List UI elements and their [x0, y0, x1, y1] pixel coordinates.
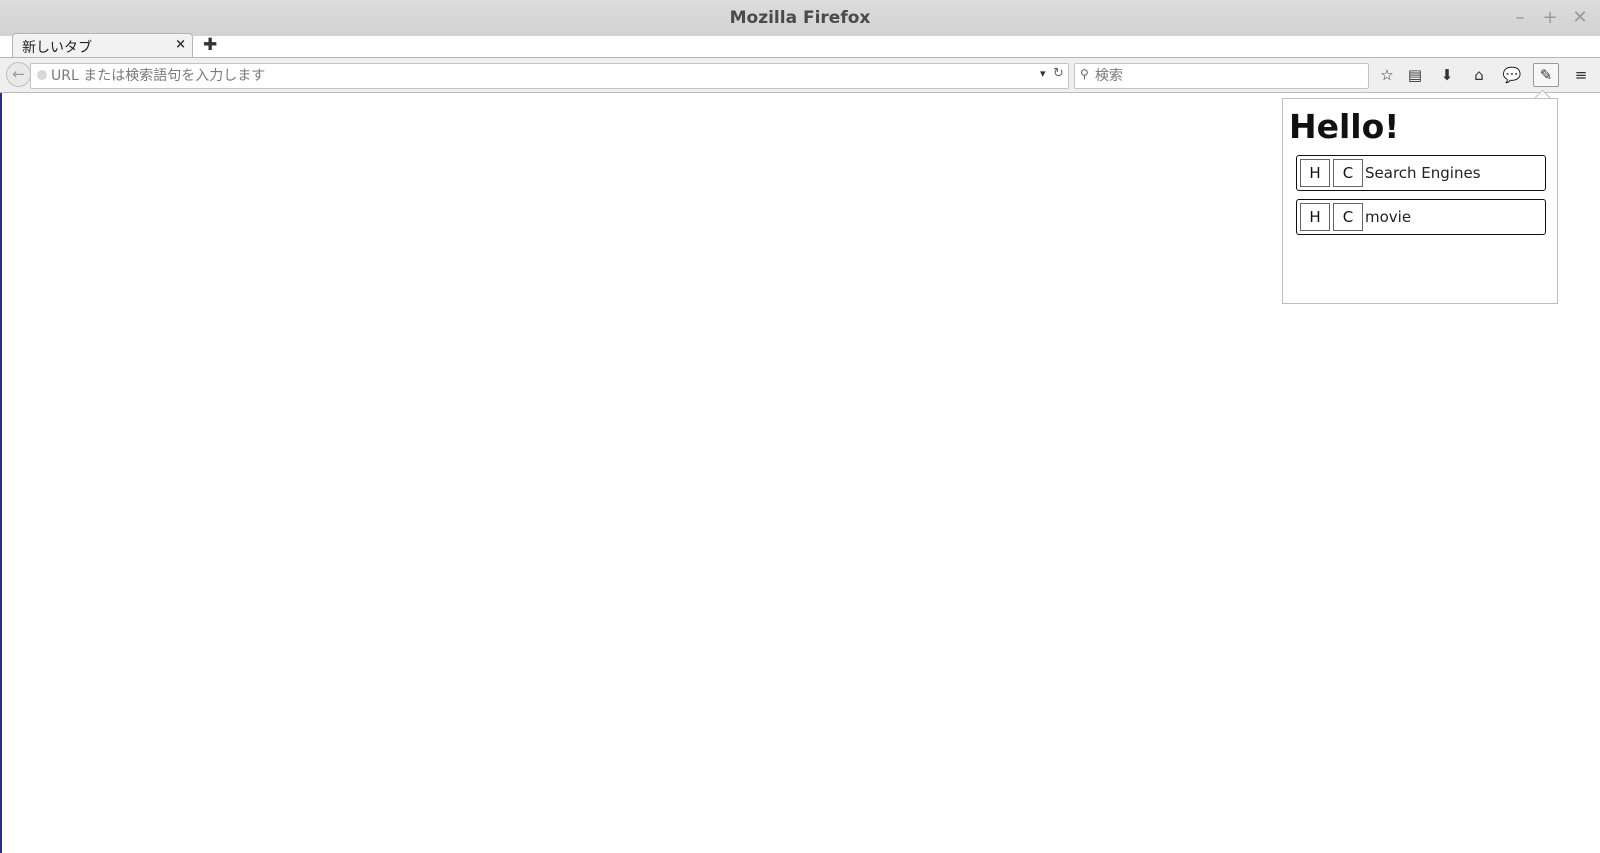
back-arrow-icon[interactable]: ← [6, 62, 31, 87]
search-input[interactable] [1095, 65, 1360, 87]
reload-icon[interactable]: ↻ [1053, 66, 1064, 81]
h-button[interactable]: H [1300, 159, 1330, 187]
site-info-icon[interactable] [37, 70, 47, 80]
tab-label: 新しいタブ [22, 40, 92, 56]
url-bar[interactable]: ▾ ↻ [30, 63, 1069, 89]
minimize-button[interactable]: – [1507, 5, 1533, 31]
search-icon: ⚲ [1080, 67, 1089, 81]
library-icon[interactable]: ▤ [1404, 64, 1426, 86]
bookmark-star-icon[interactable]: ☆ [1376, 64, 1398, 86]
extension-popup: Hello! H C Search Engines H C movie [1282, 98, 1558, 304]
c-button[interactable]: C [1333, 159, 1363, 187]
download-icon[interactable]: ⬇ [1436, 64, 1458, 86]
window-title: Mozilla Firefox [729, 8, 871, 28]
chat-icon[interactable]: 💬 [1501, 64, 1523, 86]
extension-pencil-icon[interactable]: ✎ [1533, 63, 1559, 87]
home-icon[interactable]: ⌂ [1468, 64, 1490, 86]
hamburger-menu-icon[interactable]: ≡ [1570, 64, 1592, 86]
close-window-button[interactable]: ✕ [1567, 5, 1593, 31]
url-input[interactable] [51, 65, 1041, 87]
url-history-dropdown-icon[interactable]: ▾ [1040, 67, 1046, 80]
tab-close-icon[interactable]: × [175, 37, 186, 52]
window-frame-left [0, 93, 2, 853]
list-item: H C movie [1296, 199, 1546, 235]
search-bar[interactable]: ⚲ [1074, 63, 1369, 89]
new-tab-plus-icon[interactable]: ✚ [203, 35, 217, 55]
maximize-button[interactable]: + [1537, 5, 1563, 31]
tab-new-tab[interactable]: 新しいタブ × [12, 33, 193, 58]
popup-title: Hello! [1289, 107, 1400, 146]
list-item: H C Search Engines [1296, 155, 1546, 191]
title-bar: Mozilla Firefox – + ✕ [0, 0, 1600, 36]
item-label: Search Engines [1365, 164, 1481, 182]
c-button[interactable]: C [1333, 203, 1363, 231]
navigation-toolbar: ← ▾ ↻ ⚲ ☆ ▤ ⬇ ⌂ 💬 ✎ ≡ [0, 58, 1600, 93]
item-label: movie [1365, 208, 1412, 226]
h-button[interactable]: H [1300, 203, 1330, 231]
